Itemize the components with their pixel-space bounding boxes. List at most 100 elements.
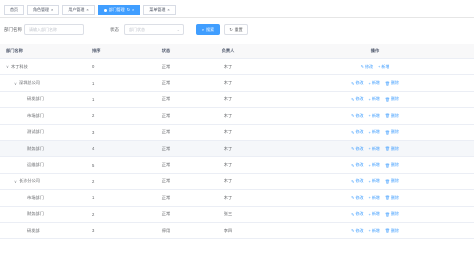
tag-label: 菜单管理 [149, 7, 166, 12]
tags-view-bar: 首页 角色管理 × 用户管理 × 部门管理 ↻ × 菜单管理 × [0, 0, 474, 18]
add-button[interactable]: + 新增 [368, 195, 379, 201]
cell-status: 正常 [161, 211, 171, 217]
edit-button[interactable]: ✎ 修改 [351, 80, 363, 86]
add-label: 新增 [371, 112, 380, 118]
close-icon[interactable]: × [86, 8, 88, 12]
close-icon[interactable]: × [132, 8, 134, 12]
close-icon[interactable]: × [51, 8, 53, 12]
edit-button[interactable]: ✎ 修改 [361, 64, 373, 70]
plus-icon: + [368, 129, 371, 135]
plus-icon: + [368, 178, 371, 184]
status-label: 状态 [110, 27, 119, 32]
edit-button[interactable]: ✎ 修改 [351, 162, 363, 168]
plus-icon: + [368, 228, 371, 234]
tag-1[interactable]: 角色管理 × [27, 5, 60, 15]
delete-button[interactable]: 🗑 删除 [385, 96, 399, 102]
delete-button[interactable]: 🗑 删除 [385, 129, 399, 135]
table-row: 市场部门 2 正常 木丁 ✎ 修改 + 新增 🗑 删除 [0, 108, 474, 125]
delete-label: 删除 [390, 96, 399, 102]
reset-button[interactable]: ↻ 重置 [224, 24, 248, 35]
search-button[interactable]: ⌕ 搜索 [196, 24, 220, 35]
close-icon[interactable]: × [167, 8, 169, 12]
add-button[interactable]: + 新增 [368, 113, 379, 119]
cell-status: 正常 [161, 112, 171, 118]
edit-label: 修改 [365, 63, 373, 69]
delete-button[interactable]: 🗑 删除 [385, 80, 399, 86]
tag-2[interactable]: 用户管理 × [62, 5, 95, 15]
trash-icon: 🗑 [384, 195, 390, 201]
add-label: 新增 [371, 211, 380, 217]
cell-sort: 2 [92, 113, 95, 119]
delete-button[interactable]: 🗑 删除 [385, 113, 399, 119]
add-button[interactable]: + 新增 [368, 162, 379, 168]
table-row: 市场部门 1 正常 木丁 ✎ 修改 + 新增 🗑 删除 [0, 190, 474, 207]
delete-button[interactable]: 🗑 删除 [385, 146, 399, 152]
reset-button-label: 重置 [234, 26, 243, 32]
add-button[interactable]: + 新增 [368, 96, 379, 102]
edit-button[interactable]: ✎ 修改 [351, 178, 363, 184]
edit-button[interactable]: ✎ 修改 [351, 211, 363, 217]
add-label: 新增 [371, 178, 380, 184]
edit-label: 修改 [355, 80, 364, 86]
tag-0[interactable]: 首页 [4, 5, 24, 15]
status-select[interactable]: 部门状态 ⌄ [124, 24, 184, 35]
dept-name: 研发部门 [27, 96, 44, 102]
edit-button[interactable]: ✎ 修改 [351, 129, 363, 135]
delete-button[interactable]: 🗑 删除 [385, 178, 399, 184]
add-label: 新增 [371, 194, 380, 200]
plus-icon: + [368, 211, 371, 217]
cell-sort: 3 [92, 228, 95, 234]
delete-button[interactable]: 🗑 删除 [385, 195, 399, 201]
cell-ops: ✎ 修改 + 新增 🗑 删除 [320, 75, 430, 90]
cell-status: 正常 [161, 129, 171, 135]
add-button[interactable]: + 新增 [378, 64, 389, 70]
cell-sort: 2 [92, 211, 95, 217]
delete-button[interactable]: 🗑 删除 [385, 211, 399, 217]
edit-icon: ✎ [351, 162, 355, 168]
cell-sort: 1 [92, 80, 95, 86]
refresh-icon[interactable]: ↻ [127, 8, 130, 12]
add-label: 新增 [371, 227, 380, 233]
cell-leader: 张三 [223, 211, 233, 217]
edit-button[interactable]: ✎ 修改 [351, 113, 363, 119]
delete-label: 删除 [390, 145, 399, 151]
add-button[interactable]: + 新增 [368, 228, 379, 234]
tag-4[interactable]: 菜单管理 × [143, 5, 176, 15]
edit-button[interactable]: ✎ 修改 [351, 228, 363, 234]
dept-name-input[interactable]: 请输入部门名称 [24, 24, 84, 35]
plus-icon: + [368, 162, 371, 168]
add-button[interactable]: + 新增 [368, 211, 379, 217]
cell-status: 正常 [161, 96, 171, 102]
cell-status: 正常 [161, 80, 171, 86]
add-button[interactable]: + 新增 [368, 178, 379, 184]
edit-icon: ✎ [351, 129, 355, 135]
edit-button[interactable]: ✎ 修改 [351, 195, 363, 201]
delete-label: 删除 [390, 211, 399, 217]
table-row: ∨ 深圳总公司 1 正常 木丁 ✎ 修改 + 新增 🗑 删除 [0, 75, 474, 92]
plus-icon: + [368, 195, 371, 201]
cell-ops: ✎ 修改 + 新增 🗑 删除 [320, 157, 430, 172]
dept-name: 研发部 [27, 227, 40, 233]
dept-name: 运维部门 [27, 162, 44, 168]
cell-sort: 1 [92, 195, 95, 201]
table-body: ∨ 木丁科技 0 正常 木丁 ✎ 修改 + 新增 ∨ 深圳总公司 1 正常 木丁 ✎ 修改 + 新增 🗑 删除 研发部门… [0, 59, 474, 240]
add-button[interactable]: + 新增 [368, 146, 379, 152]
cell-leader: 木丁 [223, 80, 233, 86]
delete-label: 删除 [390, 112, 399, 118]
status-placeholder: 部门状态 [129, 27, 145, 32]
plus-icon: + [368, 113, 371, 119]
plus-icon: + [368, 146, 371, 152]
delete-button[interactable]: 🗑 删除 [385, 162, 399, 168]
edit-button[interactable]: ✎ 修改 [351, 146, 363, 152]
edit-button[interactable]: ✎ 修改 [351, 96, 363, 102]
cell-leader: 木丁 [223, 194, 233, 200]
edit-icon: ✎ [351, 146, 355, 152]
delete-button[interactable]: 🗑 删除 [385, 228, 399, 234]
chevron-down-icon: ⌄ [176, 27, 180, 32]
add-button[interactable]: + 新增 [368, 129, 379, 135]
dept-table: 部门名称 排序 状态 负责人 操作 ∨ 木丁科技 0 正常 木丁 ✎ 修改 + 新增 ∨ 深圳总公司… [0, 44, 474, 240]
table-row: ∨ 长沙分公司 2 正常 木丁 ✎ 修改 + 新增 🗑 删除 [0, 173, 474, 191]
cell-sort: 4 [92, 146, 95, 152]
tag-3[interactable]: 部门管理 ↻ × [97, 5, 141, 15]
add-button[interactable]: + 新增 [368, 80, 379, 86]
